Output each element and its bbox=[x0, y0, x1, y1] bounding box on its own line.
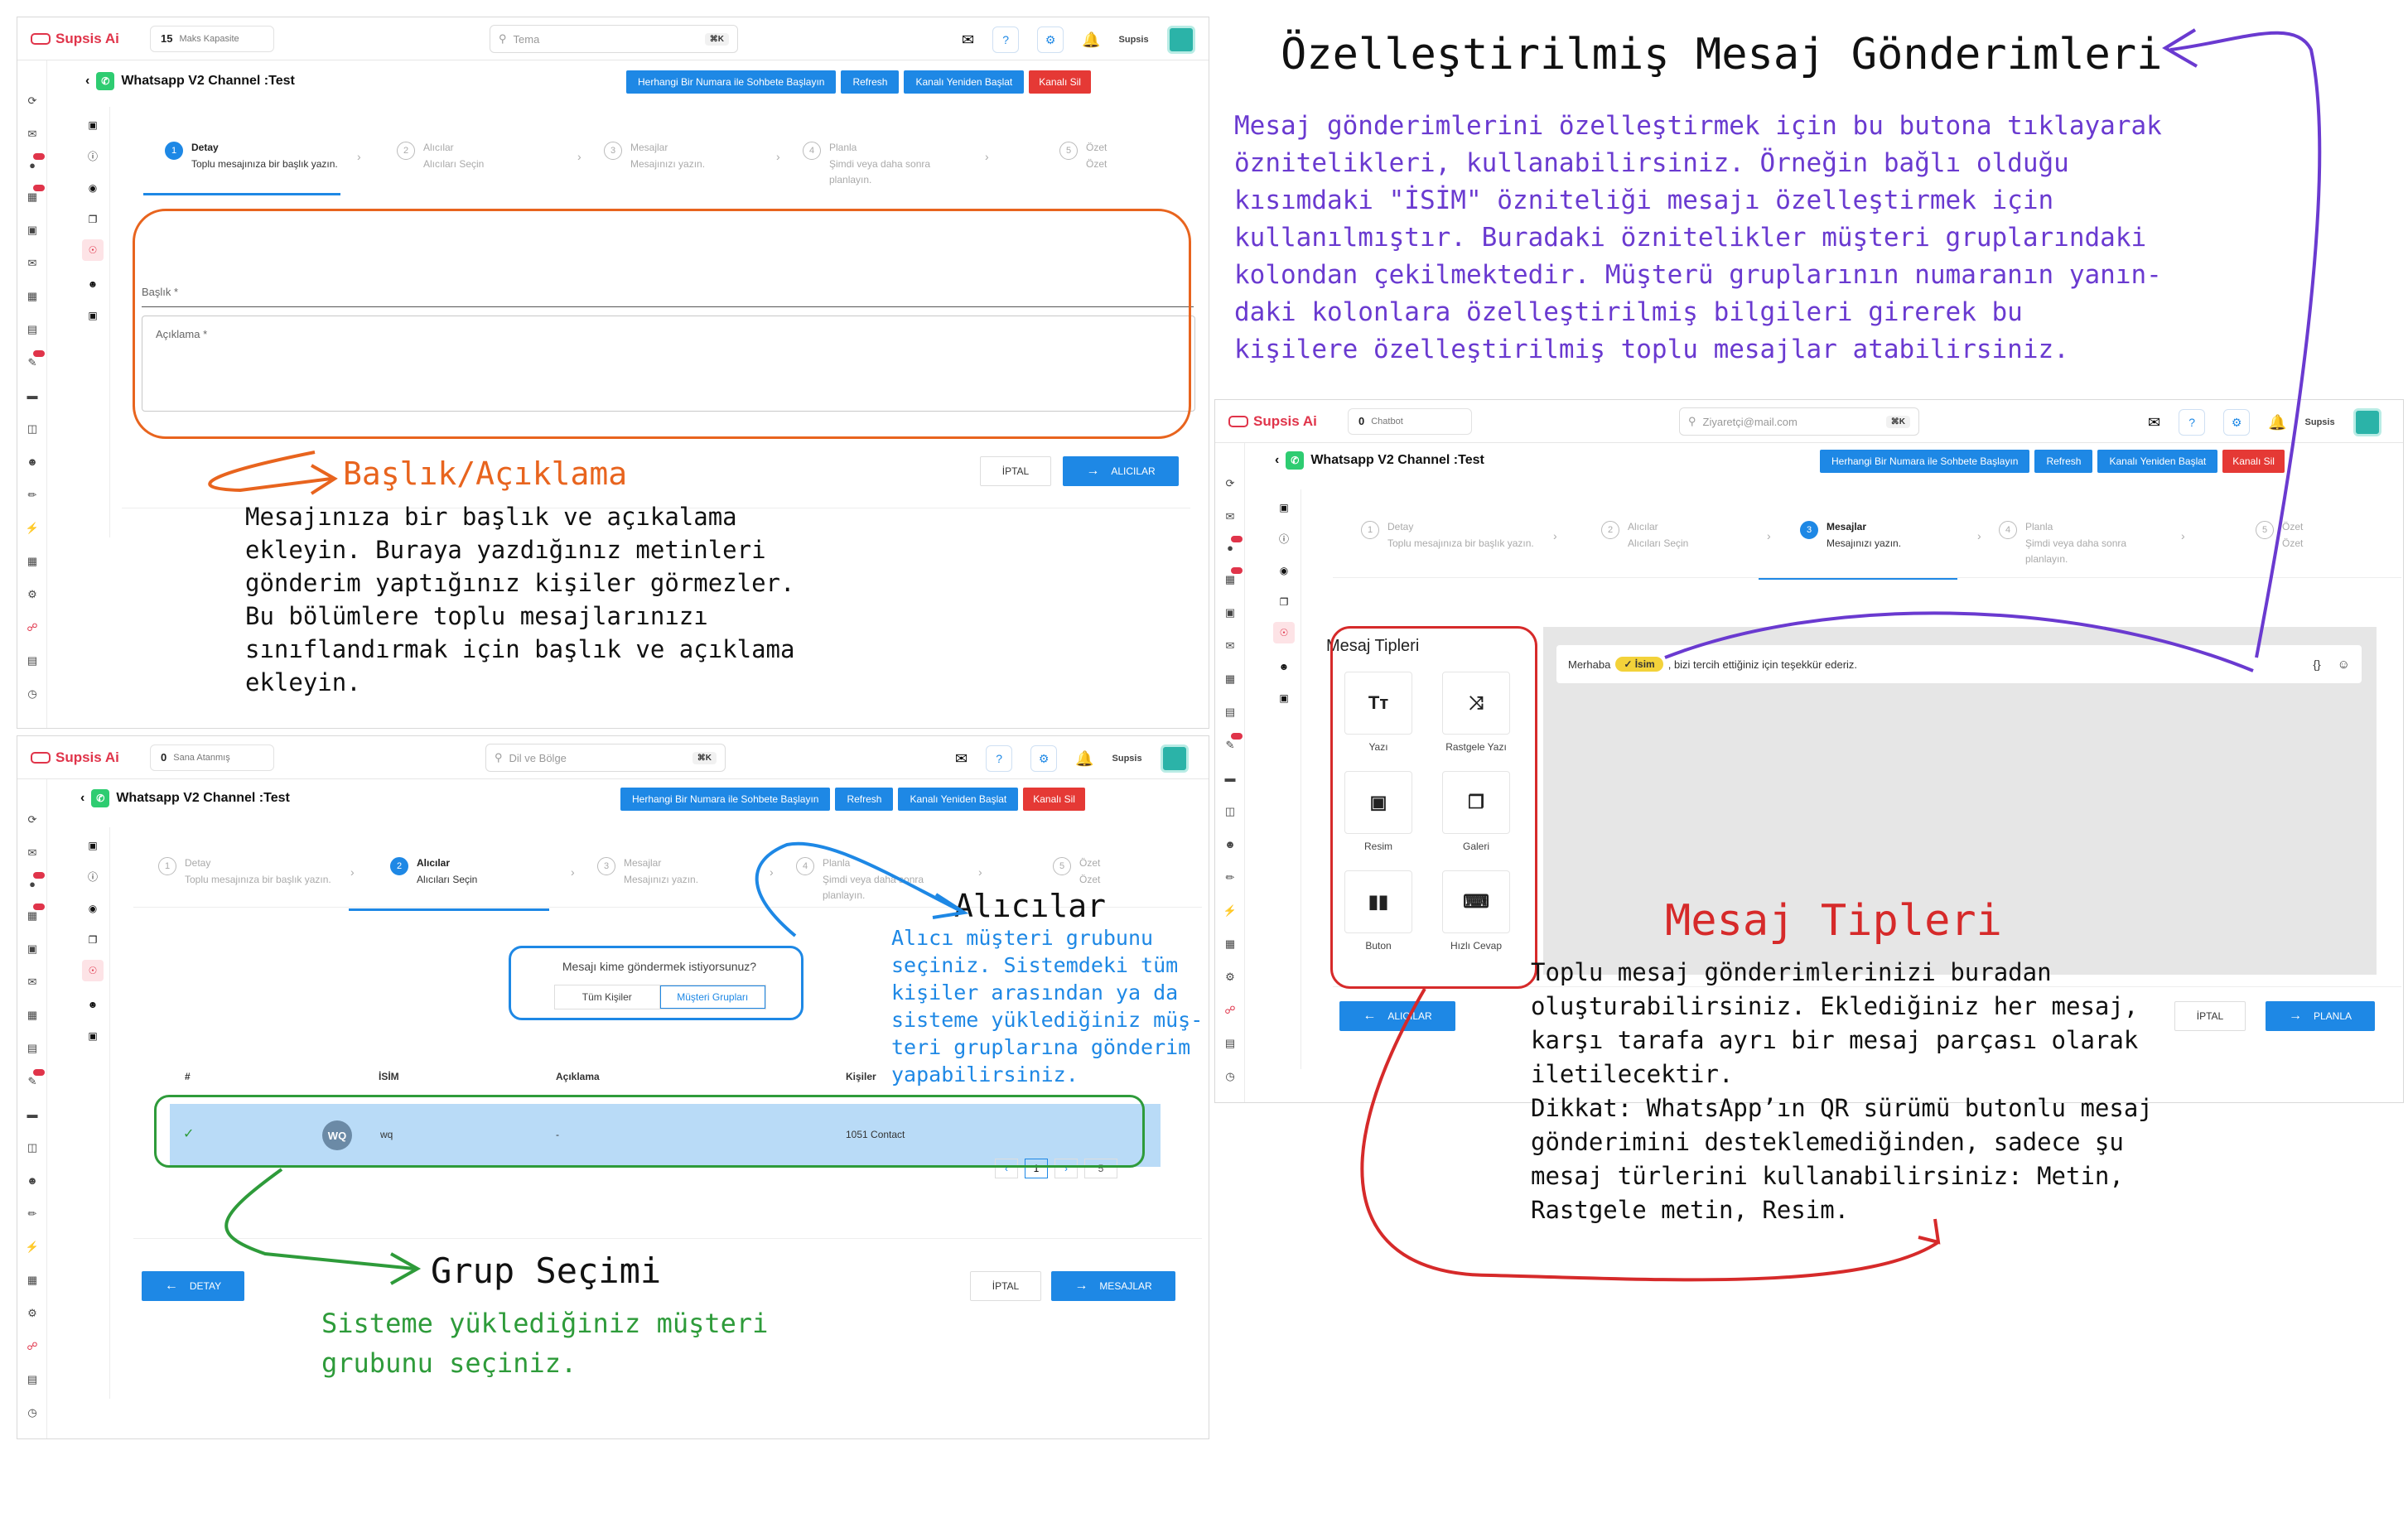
green-arrow bbox=[224, 1168, 415, 1270]
red-arrowhead bbox=[1918, 1218, 1941, 1245]
annotation-arrows bbox=[208, 28, 2322, 1285]
purple-curve-to-tag bbox=[1664, 611, 2254, 672]
purple-arrow bbox=[2169, 31, 2322, 658]
red-arrow bbox=[1360, 987, 1940, 1282]
blue-arrow bbox=[755, 841, 962, 937]
orange-arrow bbox=[208, 451, 332, 493]
